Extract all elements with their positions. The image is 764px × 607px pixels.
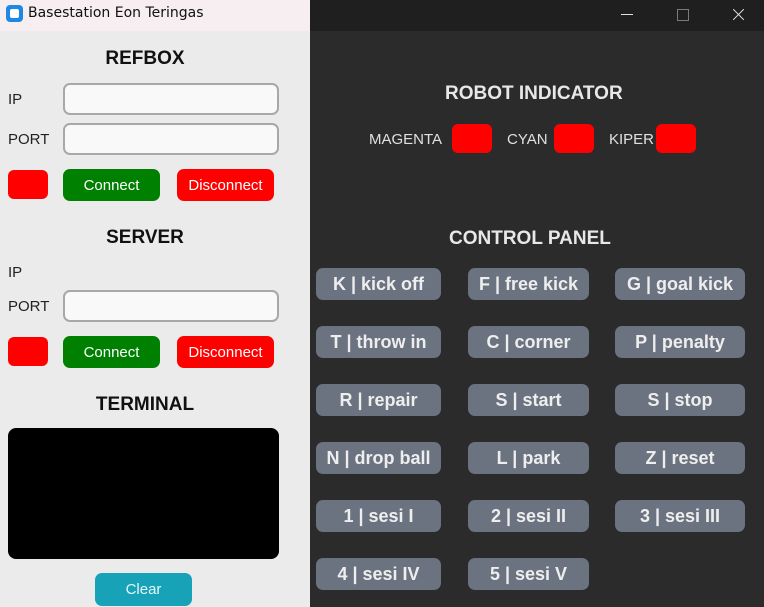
refbox-disconnect-button[interactable]: Disconnect bbox=[177, 169, 274, 201]
kiper-indicator bbox=[656, 124, 696, 153]
penalty-button[interactable]: P | penalty bbox=[615, 326, 745, 358]
title-bar: Basestation Eon Teringas bbox=[0, 0, 764, 31]
stop-button[interactable]: S | stop bbox=[615, 384, 745, 416]
reset-button[interactable]: Z | reset bbox=[615, 442, 745, 474]
throw-in-button[interactable]: T | throw in bbox=[316, 326, 441, 358]
refbox-ip-input[interactable] bbox=[63, 83, 279, 115]
terminal-title: TERMINAL bbox=[95, 394, 195, 415]
refbox-port-input[interactable] bbox=[63, 123, 279, 155]
server-connect-button[interactable]: Connect bbox=[63, 336, 160, 368]
server-port-label: PORT bbox=[8, 298, 50, 315]
sesi-1-button[interactable]: 1 | sesi I bbox=[316, 500, 441, 532]
refbox-ip-label: IP bbox=[8, 91, 23, 108]
sesi-3-button[interactable]: 3 | sesi III bbox=[615, 500, 745, 532]
server-port-input[interactable] bbox=[63, 290, 279, 322]
control-panel-title: CONTROL PANEL bbox=[449, 228, 611, 249]
drop-ball-button[interactable]: N | drop ball bbox=[316, 442, 441, 474]
park-button[interactable]: L | park bbox=[468, 442, 589, 474]
clear-button[interactable]: Clear bbox=[95, 573, 192, 606]
connection-panel: REFBOX IP PORT Connect Disconnect SERVER… bbox=[0, 31, 310, 607]
window-title: Basestation Eon Teringas bbox=[28, 5, 204, 21]
sesi-2-button[interactable]: 2 | sesi II bbox=[468, 500, 589, 532]
server-ip-label: IP bbox=[8, 264, 23, 281]
refbox-port-label: PORT bbox=[8, 131, 50, 148]
app-icon bbox=[6, 5, 23, 22]
corner-button[interactable]: C | corner bbox=[468, 326, 589, 358]
robot-indicator-title: ROBOT INDICATOR bbox=[445, 83, 623, 104]
magenta-indicator bbox=[452, 124, 492, 153]
refbox-title: REFBOX bbox=[105, 48, 185, 69]
minimize-icon[interactable] bbox=[604, 0, 650, 31]
server-disconnect-button[interactable]: Disconnect bbox=[177, 336, 274, 368]
sesi-5-button[interactable]: 5 | sesi V bbox=[468, 558, 589, 590]
control-area: ROBOT INDICATOR MAGENTA CYAN KIPER CONTR… bbox=[310, 31, 764, 607]
cyan-label: CYAN bbox=[507, 131, 548, 148]
title-bar-left: Basestation Eon Teringas bbox=[0, 0, 310, 31]
kick-off-button[interactable]: K | kick off bbox=[316, 268, 441, 300]
close-icon[interactable] bbox=[714, 0, 760, 31]
kiper-label: KIPER bbox=[609, 131, 655, 148]
free-kick-button[interactable]: F | free kick bbox=[468, 268, 589, 300]
cyan-indicator bbox=[554, 124, 594, 153]
server-status-indicator bbox=[8, 337, 48, 366]
goal-kick-button[interactable]: G | goal kick bbox=[615, 268, 745, 300]
sesi-4-button[interactable]: 4 | sesi IV bbox=[316, 558, 441, 590]
server-title: SERVER bbox=[106, 227, 184, 248]
refbox-status-indicator bbox=[8, 170, 48, 199]
maximize-icon[interactable] bbox=[660, 0, 706, 31]
terminal-output[interactable] bbox=[8, 428, 279, 559]
repair-button[interactable]: R | repair bbox=[316, 384, 441, 416]
start-button[interactable]: S | start bbox=[468, 384, 589, 416]
magenta-label: MAGENTA bbox=[369, 131, 443, 148]
refbox-connect-button[interactable]: Connect bbox=[63, 169, 160, 201]
